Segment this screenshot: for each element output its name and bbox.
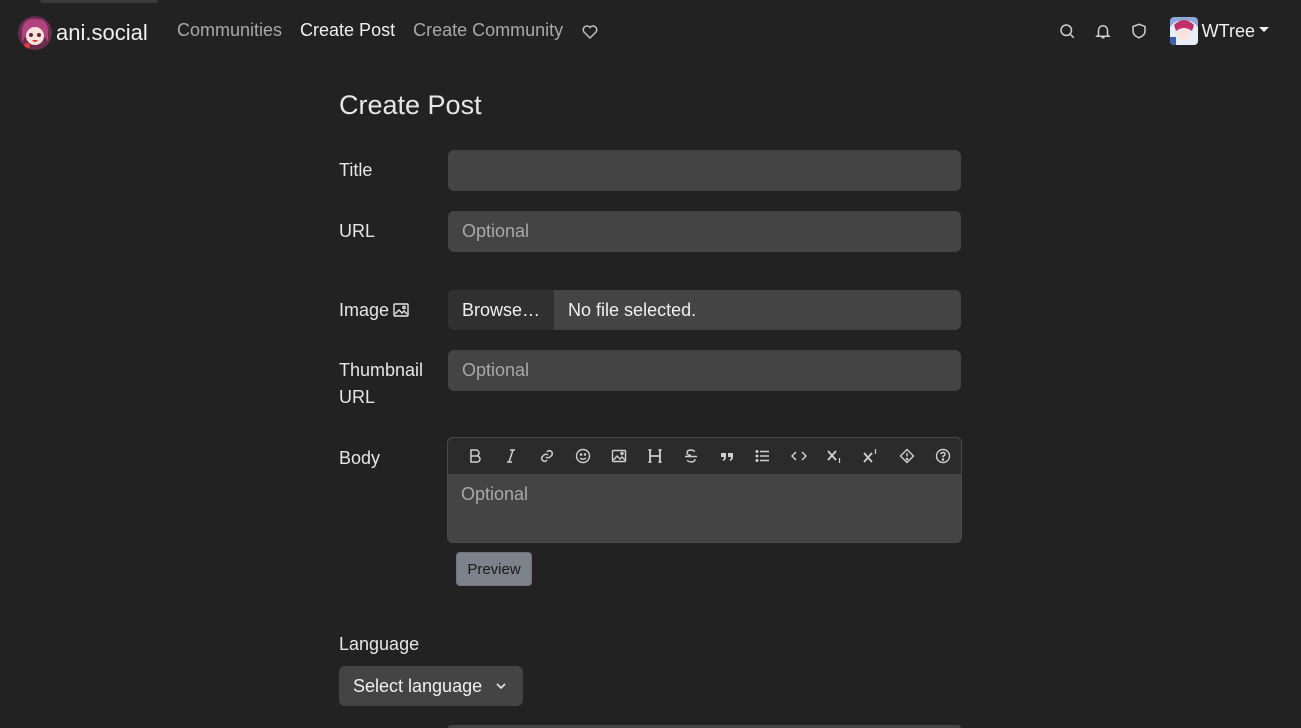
nav-create-community[interactable]: Create Community: [413, 20, 563, 41]
quote-icon: [721, 453, 733, 461]
url-input[interactable]: [448, 211, 961, 252]
body-label: Body: [339, 448, 381, 468]
nav-communities[interactable]: Communities: [177, 20, 282, 41]
bold-button[interactable]: [457, 438, 493, 474]
emoji-icon: [575, 448, 591, 464]
user-avatar: [1169, 17, 1198, 45]
markdown-editor: [447, 437, 962, 543]
image-label-text: Image: [339, 300, 390, 320]
heart-icon[interactable]: [581, 23, 599, 41]
body-textarea[interactable]: [448, 474, 961, 542]
language-select[interactable]: Select language: [339, 666, 523, 706]
image-label: Image: [339, 297, 409, 324]
main-nav: Communities Create Post Create Community: [177, 20, 599, 41]
user-menu[interactable]: WTree: [1169, 17, 1269, 45]
image-icon: [611, 449, 627, 463]
chevron-down-icon: [496, 683, 506, 690]
thumbnail-label: Thumbnail URL: [339, 357, 423, 411]
help-button[interactable]: [925, 438, 961, 474]
shield-icon[interactable]: [1130, 22, 1148, 40]
subscript-icon: [827, 450, 841, 463]
italic-button[interactable]: [493, 438, 529, 474]
create-post-form: Create Post Title URL Image Browse… No f…: [339, 90, 962, 706]
image-upload-button[interactable]: [601, 438, 637, 474]
strikethrough-icon: [685, 449, 697, 463]
url-label: URL: [339, 221, 376, 241]
file-status: No file selected.: [568, 299, 697, 320]
quote-button[interactable]: [709, 438, 745, 474]
top-navbar: ani.social Communities Create Post Creat…: [0, 0, 1301, 64]
spoiler-button[interactable]: [889, 438, 925, 474]
subscript-button[interactable]: [817, 438, 853, 474]
bell-icon[interactable]: [1094, 22, 1112, 40]
page-title: Create Post: [339, 90, 482, 120]
search-icon[interactable]: [1058, 22, 1076, 40]
language-select-value: Select language: [353, 675, 483, 696]
header-actions: WTree: [1058, 17, 1269, 45]
spoiler-icon: [899, 448, 915, 464]
title-input[interactable]: [448, 150, 961, 191]
nav-create-post[interactable]: Create Post: [300, 20, 395, 41]
thumbnail-url-input[interactable]: [448, 350, 961, 391]
site-logo-icon: [18, 16, 52, 50]
editor-toolbar: [448, 438, 961, 474]
link-button[interactable]: [529, 438, 565, 474]
superscript-icon: [863, 449, 877, 463]
browse-button[interactable]: Browse…: [448, 290, 555, 330]
header-icon: [648, 449, 662, 463]
help-icon: [935, 448, 951, 464]
list-button[interactable]: [745, 438, 781, 474]
strikethrough-button[interactable]: [673, 438, 709, 474]
language-label: Language: [339, 634, 420, 654]
title-label: Title: [339, 160, 373, 180]
site-name: ani.social: [56, 20, 148, 45]
emoji-button[interactable]: [565, 438, 601, 474]
code-icon: [791, 451, 807, 461]
header-button[interactable]: [637, 438, 673, 474]
thumbnail-label-line2: URL: [339, 387, 376, 407]
bold-icon: [470, 449, 481, 463]
list-icon: [755, 450, 769, 462]
code-button[interactable]: [781, 438, 817, 474]
italic-icon: [507, 449, 515, 463]
browser-tab-edge: [40, 0, 158, 3]
superscript-button[interactable]: [853, 438, 889, 474]
preview-button[interactable]: Preview: [456, 552, 532, 586]
image-icon: [393, 303, 409, 317]
thumbnail-label-line1: Thumbnail: [339, 360, 424, 380]
brand[interactable]: ani.social: [18, 16, 148, 50]
chevron-down-icon: [1259, 26, 1269, 32]
link-icon: [540, 449, 554, 463]
image-file-input[interactable]: Browse… No file selected.: [448, 290, 961, 330]
user-name: WTree: [1201, 20, 1255, 41]
